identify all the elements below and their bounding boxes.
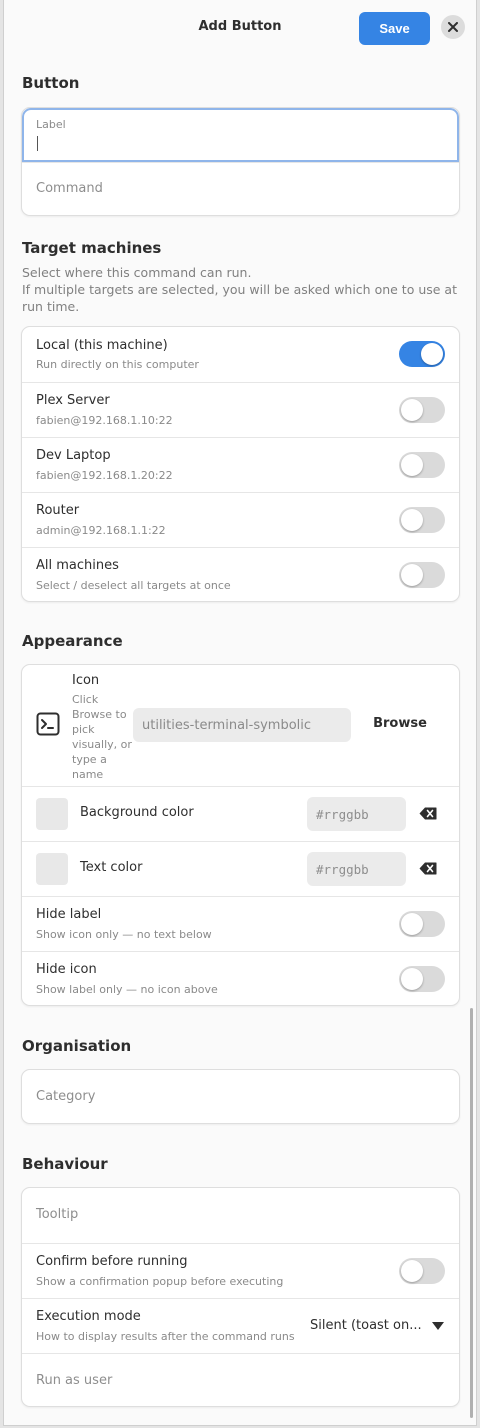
terminal-icon xyxy=(36,712,60,736)
appearance-card: Icon Click Browse to pick visually, or t… xyxy=(21,664,460,1006)
switch-knob xyxy=(401,913,423,935)
confirm-label: Confirm before running xyxy=(36,1254,188,1269)
tooltip-placeholder: Tooltip xyxy=(36,1207,79,1222)
clear-text-color-icon[interactable] xyxy=(419,862,437,875)
hide-label-switch[interactable] xyxy=(399,911,445,937)
focus-ring xyxy=(22,108,459,162)
text-color-placeholder: #rrggbb xyxy=(316,861,369,877)
icon-name-input[interactable]: utilities-terminal-symbolic xyxy=(133,708,351,742)
text-color-label: Text color xyxy=(80,860,143,875)
section-title-targets: Target machines xyxy=(22,239,162,257)
confirm-row[interactable]: Confirm before running Show a confirmati… xyxy=(22,1243,459,1298)
execution-mode-row: Execution mode How to display results af… xyxy=(22,1298,459,1353)
icon-sub: Click Browse to pick visually, or type a… xyxy=(72,693,132,781)
background-color-swatch[interactable] xyxy=(36,798,68,830)
target-sub: Select / deselect all targets at once xyxy=(36,579,231,592)
targets-card: Local (this machine) Run directly on thi… xyxy=(21,326,460,602)
label-field-floating-label: Label xyxy=(36,118,66,131)
section-title-organisation: Organisation xyxy=(22,1037,132,1055)
switch-knob xyxy=(421,343,443,365)
run-as-user-placeholder: Run as user xyxy=(36,1373,113,1388)
button-card: Label Command xyxy=(21,107,460,216)
background-color-input[interactable]: #rrggbb xyxy=(307,797,406,831)
category-placeholder: Category xyxy=(36,1089,96,1104)
target-row-dev-laptop[interactable]: Dev Laptop fabien@192.168.1.20:22 xyxy=(22,437,459,492)
target-sub: fabien@192.168.1.10:22 xyxy=(36,414,173,427)
target-label: Dev Laptop xyxy=(36,448,111,463)
target-row-local[interactable]: Local (this machine) Run directly on thi… xyxy=(22,327,459,382)
target-row-all[interactable]: All machines Select / deselect all targe… xyxy=(22,547,459,601)
hide-label-label: Hide label xyxy=(36,907,102,922)
dropdown-arrow-icon xyxy=(432,1322,444,1330)
background-color-label: Background color xyxy=(80,805,194,820)
text-color-input[interactable]: #rrggbb xyxy=(307,852,406,886)
hide-icon-sub: Show label only — no icon above xyxy=(36,983,218,996)
text-color-swatch[interactable] xyxy=(36,853,68,885)
target-row-router[interactable]: Router admin@192.168.1.1:22 xyxy=(22,492,459,547)
section-title-appearance: Appearance xyxy=(22,632,123,650)
icon-row: Icon Click Browse to pick visually, or t… xyxy=(22,665,459,786)
section-title-button: Button xyxy=(22,74,80,92)
command-placeholder: Command xyxy=(36,181,103,196)
hide-icon-switch[interactable] xyxy=(399,966,445,992)
behaviour-card: Tooltip Confirm before running Show a co… xyxy=(21,1187,460,1407)
target-local-switch[interactable] xyxy=(399,341,445,367)
target-sub: fabien@192.168.1.20:22 xyxy=(36,469,173,482)
icon-text: Icon Click Browse to pick visually, or t… xyxy=(72,673,132,782)
hide-icon-row[interactable]: Hide icon Show label only — no icon abov… xyxy=(22,951,459,1005)
clear-background-color-icon[interactable] xyxy=(419,807,437,820)
category-field[interactable]: Category xyxy=(22,1070,459,1123)
dialog-window: Add Button Save Button Label Command Tar… xyxy=(3,0,477,1426)
switch-knob xyxy=(401,968,423,990)
switch-knob xyxy=(401,399,423,421)
target-row-plex[interactable]: Plex Server fabien@192.168.1.10:22 xyxy=(22,382,459,437)
tooltip-field[interactable]: Tooltip xyxy=(22,1188,459,1243)
browse-button[interactable]: Browse xyxy=(360,716,440,734)
hide-label-sub: Show icon only — no text below xyxy=(36,928,212,941)
hide-label-row[interactable]: Hide label Show icon only — no text belo… xyxy=(22,896,459,951)
target-label: Plex Server xyxy=(36,393,110,408)
label-field[interactable]: Label xyxy=(22,108,459,162)
execution-mode-value: Silent (toast on... xyxy=(310,1318,422,1333)
background-color-placeholder: #rrggbb xyxy=(316,806,369,822)
text-caret xyxy=(37,136,38,151)
run-as-user-field[interactable]: Run as user xyxy=(22,1353,459,1406)
target-all-switch[interactable] xyxy=(399,562,445,588)
text-color-row: Text color #rrggbb xyxy=(22,841,459,896)
target-sub: admin@192.168.1.1:22 xyxy=(36,524,166,537)
execution-mode-sub: How to display results after the command… xyxy=(36,1330,295,1343)
background-color-row: Background color #rrggbb xyxy=(22,786,459,841)
target-sub: Run directly on this computer xyxy=(36,358,199,371)
target-label: All machines xyxy=(36,558,119,573)
target-dev-laptop-switch[interactable] xyxy=(399,452,445,478)
switch-knob xyxy=(401,509,423,531)
switch-knob xyxy=(401,564,423,586)
vertical-scrollbar[interactable] xyxy=(470,1008,473,1418)
hide-icon-label: Hide icon xyxy=(36,962,97,977)
confirm-sub: Show a confirmation popup before executi… xyxy=(36,1275,284,1288)
targets-description: Select where this command can run. If mu… xyxy=(22,264,462,315)
command-field[interactable]: Command xyxy=(22,162,459,215)
targets-description-line1: Select where this command can run. xyxy=(22,265,252,280)
header-bar: Add Button Save xyxy=(4,0,476,56)
section-title-behaviour: Behaviour xyxy=(22,1155,108,1173)
organisation-card: Category xyxy=(21,1069,460,1124)
target-label: Router xyxy=(36,503,80,518)
execution-mode-label: Execution mode xyxy=(36,1309,141,1324)
close-icon xyxy=(448,22,458,32)
targets-description-line2: If multiple targets are selected, you wi… xyxy=(22,282,457,314)
switch-knob xyxy=(401,454,423,476)
confirm-switch[interactable] xyxy=(399,1258,445,1284)
target-plex-switch[interactable] xyxy=(399,397,445,423)
icon-name-placeholder: utilities-terminal-symbolic xyxy=(142,717,312,733)
close-button[interactable] xyxy=(441,15,465,39)
switch-knob xyxy=(401,1260,423,1282)
icon-label: Icon xyxy=(72,673,100,688)
save-button[interactable]: Save xyxy=(359,12,430,45)
target-label: Local (this machine) xyxy=(36,338,168,353)
target-router-switch[interactable] xyxy=(399,507,445,533)
